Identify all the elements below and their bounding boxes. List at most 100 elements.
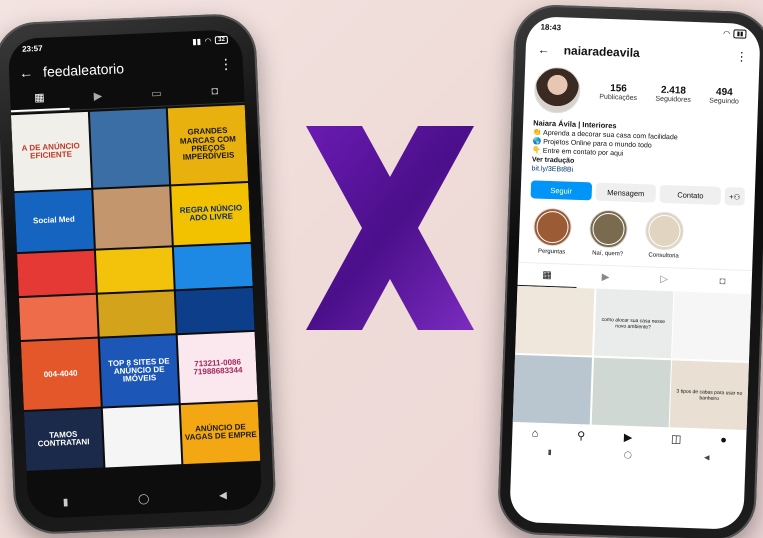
story-highlight[interactable]: Perguntas — [529, 207, 577, 257]
left-phone-screen: 23:57 ▮▮ ◠ 32 ← feedaleatorio ⋮ ▦ ▶ ▭ ◘ … — [7, 29, 263, 519]
recent-apps-icon[interactable]: ▮ — [548, 448, 552, 456]
highlight-cover — [644, 211, 685, 251]
stat-seguidores[interactable]: 2.418 Seguidores — [655, 85, 691, 104]
home-icon[interactable]: ◯ — [138, 493, 150, 504]
battery-icon: 32 — [215, 35, 229, 45]
post-text: ANÚNCIO DE VAGAS DE EMPRE — [184, 422, 257, 443]
follow-button[interactable]: Seguir — [530, 180, 592, 201]
tab-tagged[interactable]: ◘ — [693, 269, 752, 294]
grid-post[interactable]: 713211-0086 71988683344 — [178, 332, 258, 404]
grid-post[interactable]: 004-4040 — [20, 339, 101, 410]
reels-icon: ▶ — [93, 90, 103, 103]
stat-seguindo[interactable]: 494 Seguindo — [709, 86, 739, 106]
avatar[interactable] — [533, 66, 582, 114]
profile-username: naiaradeavila — [563, 43, 640, 61]
profile-stats: 156 Publicações 2.418 Seguidores 494 Seguindo — [590, 82, 749, 106]
grid-post[interactable] — [95, 247, 175, 293]
highlight-label: Consultoria — [648, 252, 679, 260]
back-arrow-icon[interactable]: ← — [537, 42, 549, 56]
play-icon: ▷ — [659, 274, 669, 286]
more-options-icon[interactable]: ⋮ — [735, 49, 747, 63]
tab-reels[interactable]: ▶ — [68, 82, 128, 110]
tab-grid[interactable]: ▦ — [517, 263, 577, 289]
reels-icon[interactable]: ▶ — [624, 430, 633, 443]
stat-label: Publicações — [599, 93, 638, 102]
wifi-icon: ◠ — [723, 28, 730, 38]
tab-video[interactable]: ▷ — [634, 267, 693, 292]
story-highlights: Perguntas Naí, quem? Consultoria — [518, 203, 754, 266]
status-time: 18:43 — [540, 22, 562, 32]
grid-icon: ▦ — [34, 91, 45, 105]
highlight-cover — [532, 207, 573, 247]
home-icon[interactable]: ⌂ — [531, 428, 538, 440]
contact-button[interactable]: Contato — [659, 185, 722, 206]
grid-post[interactable] — [97, 291, 176, 338]
grid-post[interactable] — [102, 405, 182, 468]
versus-x-symbol — [306, 126, 474, 330]
grid-post[interactable] — [92, 186, 173, 249]
profile-icon[interactable]: ● — [720, 434, 727, 446]
tab-igtv[interactable]: ▭ — [127, 80, 187, 108]
grid-post[interactable]: Social Med — [14, 189, 94, 253]
tab-reels[interactable]: ▶ — [576, 265, 635, 290]
left-phone: 23:57 ▮▮ ◠ 32 ← feedaleatorio ⋮ ▦ ▶ ▭ ◘ … — [0, 12, 278, 536]
reels-icon: ▶ — [601, 272, 610, 284]
grid-post[interactable] — [18, 294, 98, 341]
wifi-icon: ◠ — [204, 35, 212, 46]
highlight-label: Perguntas — [537, 248, 566, 256]
tab-tagged[interactable]: ◘ — [185, 77, 245, 105]
post-text: como alocar sua casa nesse novo ambiente… — [601, 316, 666, 331]
post-grid: A DE ANÚNCIO EFICIENTE GRANDES MARCAS COM… — [10, 103, 261, 471]
grid-post[interactable] — [176, 288, 255, 334]
story-highlight[interactable]: Consultoria — [641, 211, 689, 260]
grid-post[interactable]: ANÚNCIO DE VAGAS DE EMPRE — [181, 401, 261, 465]
grid-post[interactable] — [174, 243, 253, 290]
add-user-button[interactable]: +⚇ — [724, 187, 746, 206]
story-highlight[interactable]: Naí, quem? — [585, 209, 633, 258]
grid-post[interactable]: A DE ANÚNCIO EFICIENTE — [10, 111, 91, 192]
right-phone-screen: 18:43 ◠ ▮▮ ← naiaradeavila ⋮ 156 Publicaç… — [509, 16, 761, 530]
tab-grid[interactable]: ▦ — [9, 84, 70, 113]
grid-post[interactable] — [17, 250, 96, 297]
grid-post[interactable]: como alocar sua casa nesse novo ambiente… — [593, 288, 673, 359]
tagged-icon: ◘ — [719, 276, 726, 288]
grid-post[interactable] — [512, 354, 593, 425]
search-icon[interactable]: ⚲ — [577, 429, 586, 442]
grid-post[interactable]: REGRA NÚNCIO ADO LIVRE — [171, 182, 251, 246]
grid-icon: ▦ — [542, 269, 553, 281]
more-options-icon[interactable]: ⋮ — [219, 55, 234, 73]
post-text: 3 tipos de cabas para usar no banheiro — [676, 388, 743, 402]
post-grid: como alocar sua casa nesse novo ambiente… — [512, 286, 752, 431]
back-icon[interactable]: ◀ — [704, 454, 710, 462]
grid-post[interactable]: TOP 8 SITES DE ANÚNCIO DE IMÓVEIS — [99, 335, 180, 407]
right-phone: 18:43 ◠ ▮▮ ← naiaradeavila ⋮ 156 Publicaç… — [496, 3, 763, 538]
status-time: 23:57 — [21, 43, 43, 54]
highlight-cover — [588, 209, 629, 249]
profile-username: feedaleatorio — [42, 60, 125, 80]
grid-post[interactable] — [89, 108, 170, 188]
back-arrow-icon[interactable]: ← — [19, 64, 34, 81]
grid-post[interactable]: 3 tipos de cabas para usar no banheiro — [669, 360, 749, 431]
tagged-icon: ◘ — [211, 84, 219, 97]
post-text: 713211-0086 71988683344 — [193, 357, 243, 377]
post-text: Social Med — [32, 214, 75, 226]
shop-icon[interactable]: ◫ — [671, 432, 682, 445]
battery-icon: ▮▮ — [733, 28, 747, 39]
stat-publicações[interactable]: 156 Publicações — [599, 83, 637, 102]
grid-post[interactable]: TAMOS CONTRATANI — [23, 408, 104, 471]
grid-post[interactable] — [672, 291, 752, 362]
post-text: A DE ANÚNCIO EFICIENTE — [21, 140, 80, 161]
grid-post[interactable]: GRANDES MARCAS COM PREÇOS IMPERDÍVEIS — [168, 105, 249, 185]
add-user-icon: +⚇ — [729, 191, 741, 202]
stat-label: Seguindo — [709, 97, 739, 106]
recent-apps-icon[interactable]: ▮ — [63, 497, 69, 508]
back-icon[interactable]: ◀ — [219, 490, 227, 501]
grid-post[interactable] — [591, 357, 671, 428]
post-text: REGRA NÚNCIO ADO LIVRE — [179, 203, 243, 223]
grid-post[interactable] — [515, 286, 595, 357]
post-text: GRANDES MARCAS COM PREÇOS IMPERDÍVEIS — [179, 125, 237, 163]
stat-label: Seguidores — [655, 95, 691, 104]
message-button[interactable]: Mensagem — [595, 182, 657, 203]
post-text: TOP 8 SITES DE ANÚNCIO DE IMÓVEIS — [107, 356, 170, 385]
home-button-icon[interactable]: ◯ — [624, 451, 632, 459]
